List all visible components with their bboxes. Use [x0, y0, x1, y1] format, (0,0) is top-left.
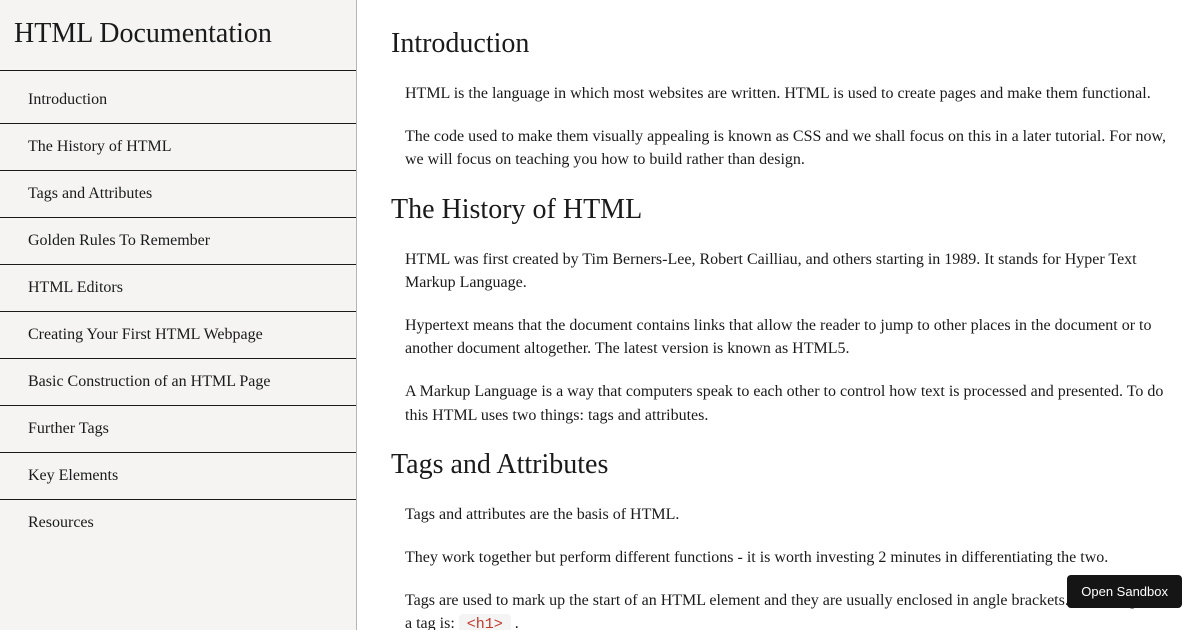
- sidebar-item-key-elements[interactable]: Key Elements: [0, 453, 356, 500]
- section-heading: Introduction: [391, 28, 1170, 60]
- sidebar-title: HTML Documentation: [0, 12, 356, 71]
- sidebar-item-tags-attributes[interactable]: Tags and Attributes: [0, 171, 356, 218]
- sidebar-nav: Introduction The History of HTML Tags an…: [0, 71, 356, 546]
- sidebar-item-resources[interactable]: Resources: [0, 500, 356, 546]
- sidebar-item-further-tags[interactable]: Further Tags: [0, 406, 356, 453]
- sidebar-item-introduction[interactable]: Introduction: [0, 77, 356, 124]
- paragraph: HTML is the language in which most websi…: [405, 82, 1170, 105]
- sidebar-item-first-webpage[interactable]: Creating Your First HTML Webpage: [0, 312, 356, 359]
- section-heading: Tags and Attributes: [391, 449, 1170, 481]
- paragraph-text: Tags are used to mark up the start of an…: [405, 592, 1167, 630]
- paragraph: The code used to make them visually appe…: [405, 125, 1170, 171]
- sidebar-item-html-editors[interactable]: HTML Editors: [0, 265, 356, 312]
- section-tags-attributes: Tags and Attributes Tags and attributes …: [391, 449, 1170, 630]
- section-heading: The History of HTML: [391, 194, 1170, 226]
- paragraph: HTML was first created by Tim Berners-Le…: [405, 248, 1170, 294]
- paragraph: Tags and attributes are the basis of HTM…: [405, 503, 1170, 526]
- paragraph: Hypertext means that the document contai…: [405, 314, 1170, 360]
- sidebar-item-basic-construction[interactable]: Basic Construction of an HTML Page: [0, 359, 356, 406]
- sidebar-item-golden-rules[interactable]: Golden Rules To Remember: [0, 218, 356, 265]
- code-inline: <h1>: [459, 614, 511, 630]
- section-history: The History of HTML HTML was first creat…: [391, 194, 1170, 427]
- section-introduction: Introduction HTML is the language in whi…: [391, 28, 1170, 172]
- paragraph: A Markup Language is a way that computer…: [405, 380, 1170, 426]
- paragraph-text: .: [515, 615, 519, 630]
- open-sandbox-button[interactable]: Open Sandbox: [1067, 575, 1182, 608]
- sidebar: HTML Documentation Introduction The Hist…: [0, 0, 357, 630]
- paragraph: They work together but perform different…: [405, 546, 1170, 569]
- sidebar-item-history[interactable]: The History of HTML: [0, 124, 356, 171]
- paragraph: Tags are used to mark up the start of an…: [405, 589, 1170, 630]
- main-content: Introduction HTML is the language in whi…: [357, 0, 1200, 630]
